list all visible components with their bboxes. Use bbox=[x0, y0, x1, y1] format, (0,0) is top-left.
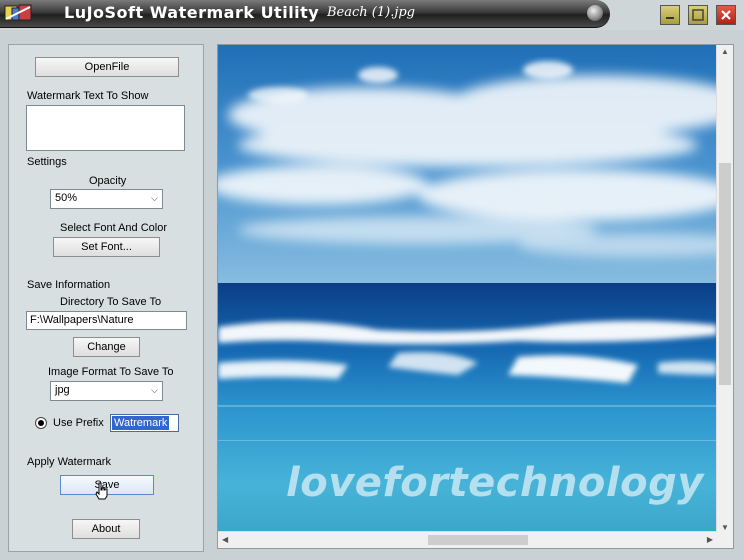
app-title: LuJoSoft Watermark Utility bbox=[64, 3, 320, 22]
close-button[interactable] bbox=[716, 5, 736, 25]
use-prefix-label: Use Prefix bbox=[53, 417, 104, 429]
minimize-icon bbox=[666, 17, 674, 19]
chevron-down-icon: ⌵ bbox=[151, 385, 158, 395]
set-font-button[interactable]: Set Font... bbox=[53, 237, 160, 257]
opacity-value: 50% bbox=[55, 192, 78, 204]
change-button[interactable]: Change bbox=[73, 337, 140, 357]
vertical-scrollbar[interactable]: ▲ ▼ bbox=[716, 45, 733, 534]
settings-label: Settings bbox=[27, 156, 67, 168]
minimize-button[interactable] bbox=[660, 5, 680, 25]
image-preview: lovefortechnology ▲ ▼ ◀ ▶ bbox=[217, 44, 734, 549]
horizontal-scrollbar[interactable]: ◀ ▶ bbox=[218, 531, 717, 548]
watermark-text-input[interactable] bbox=[26, 105, 185, 151]
image-format-value: jpg bbox=[55, 384, 70, 396]
settings-panel: OpenFile Watermark Text To Show Settings… bbox=[8, 44, 204, 552]
about-button[interactable]: About bbox=[72, 519, 140, 539]
directory-field[interactable]: F:\Wallpapers\Nature bbox=[26, 311, 187, 330]
opacity-label: Opacity bbox=[89, 175, 127, 187]
scroll-up-icon[interactable]: ▲ bbox=[721, 47, 729, 56]
save-information-label: Save Information bbox=[27, 279, 111, 291]
maximize-button[interactable] bbox=[688, 5, 708, 25]
app-logo-icon bbox=[4, 4, 32, 21]
preview-image: lovefortechnology bbox=[218, 45, 717, 534]
use-prefix-radio[interactable] bbox=[35, 417, 47, 429]
image-format-label: Image Format To Save To bbox=[48, 366, 174, 378]
apply-watermark-label: Apply Watermark bbox=[27, 456, 111, 468]
opacity-select[interactable]: 50% ⌵ bbox=[50, 189, 163, 209]
document-title: Beach (1).jpg bbox=[327, 5, 416, 20]
open-file-button[interactable]: OpenFile bbox=[35, 57, 179, 77]
hand-cursor-icon bbox=[95, 482, 108, 500]
maximize-icon bbox=[692, 9, 704, 21]
font-color-label: Select Font And Color bbox=[60, 222, 168, 234]
watermark-text-label: Watermark Text To Show bbox=[27, 90, 149, 102]
scroll-left-icon[interactable]: ◀ bbox=[222, 535, 228, 544]
title-orb-icon bbox=[587, 5, 603, 21]
scroll-corner bbox=[717, 532, 733, 548]
watermark-overlay-text: lovefortechnology bbox=[286, 460, 704, 506]
title-banner: LuJoSoft Watermark Utility Beach (1).jpg bbox=[0, 0, 610, 28]
scroll-down-icon[interactable]: ▼ bbox=[721, 523, 729, 532]
directory-label: Directory To Save To bbox=[60, 296, 162, 308]
image-format-select[interactable]: jpg ⌵ bbox=[50, 381, 163, 401]
title-bar[interactable]: LuJoSoft Watermark Utility Beach (1).jpg bbox=[0, 0, 744, 30]
prefix-input[interactable]: Watremark bbox=[110, 414, 179, 432]
chevron-down-icon: ⌵ bbox=[151, 193, 158, 203]
close-icon bbox=[721, 10, 731, 20]
prefix-value: Watremark bbox=[112, 416, 170, 430]
horizontal-scroll-thumb[interactable] bbox=[428, 535, 528, 545]
scroll-right-icon[interactable]: ▶ bbox=[707, 535, 713, 544]
vertical-scroll-thumb[interactable] bbox=[719, 163, 731, 385]
